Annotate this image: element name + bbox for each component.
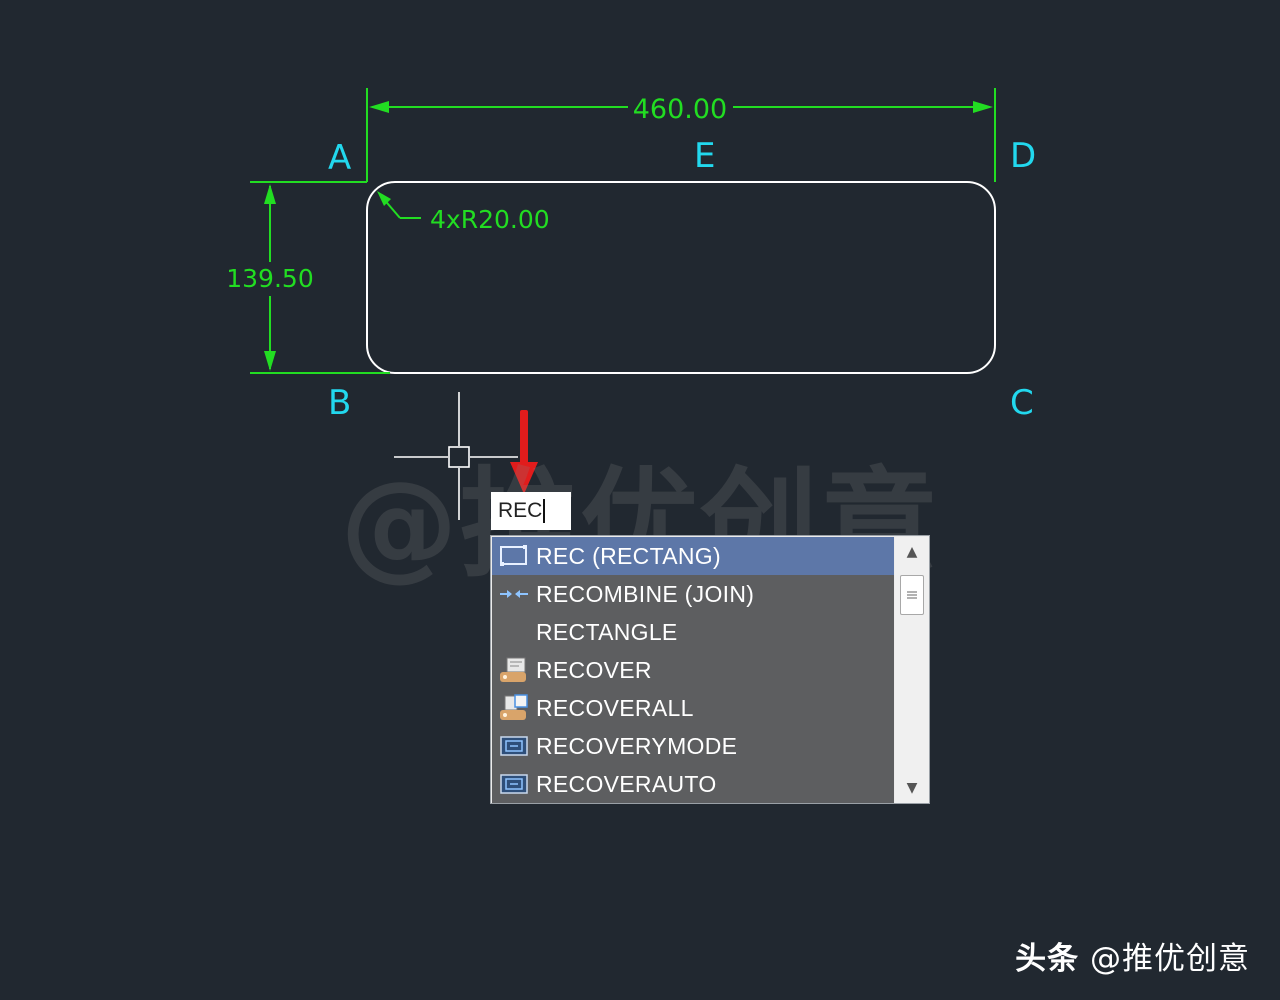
- recoverall-icon: [498, 693, 530, 723]
- point-label-e: E: [694, 136, 715, 176]
- join-icon: [498, 579, 530, 609]
- rectangle-icon: [498, 541, 530, 571]
- scroll-up-arrow-icon[interactable]: ▲: [895, 537, 929, 567]
- recovery-auto-icon: [498, 769, 530, 799]
- command-input[interactable]: REC: [491, 492, 571, 530]
- footer-handle: @推优创意: [1090, 941, 1250, 977]
- radius-leader: [377, 191, 421, 219]
- scrollbar-thumb[interactable]: [900, 575, 924, 615]
- autocomplete-dropdown[interactable]: REC (RECTANG) RECOMBINE (JOIN) RECTANGLE…: [490, 535, 930, 804]
- recovery-mode-icon: [498, 731, 530, 761]
- autocomplete-item-label: RECOVERAUTO: [536, 770, 717, 797]
- autocomplete-item-label: RECTANGLE: [536, 618, 678, 645]
- autocomplete-item-label: RECOVERALL: [536, 694, 694, 721]
- autocomplete-list: REC (RECTANG) RECOMBINE (JOIN) RECTANGLE…: [492, 537, 894, 803]
- autocomplete-item-label: RECOMBINE (JOIN): [536, 580, 755, 607]
- autocomplete-item-recoverauto[interactable]: RECOVERAUTO: [492, 765, 894, 803]
- width-dimension-text: 460.00: [633, 94, 727, 125]
- footer-brand-name: 头条: [1015, 941, 1080, 977]
- recover-icon: [498, 655, 530, 685]
- autocomplete-scrollbar[interactable]: ▲ ▼: [895, 537, 929, 803]
- text-caret: [543, 499, 546, 523]
- autocomplete-item-recombine[interactable]: RECOMBINE (JOIN): [492, 575, 894, 613]
- autocomplete-item-recoverall[interactable]: RECOVERALL: [492, 689, 894, 727]
- autocomplete-item-label: RECOVERYMODE: [536, 732, 738, 759]
- autocomplete-item-label: RECOVER: [536, 656, 652, 683]
- blank-icon: [498, 617, 530, 647]
- command-input-value: REC: [498, 499, 543, 522]
- radius-dimension-text: 4xR20.00: [430, 205, 550, 234]
- point-label-a: A: [328, 138, 351, 178]
- autocomplete-item-recoverymode[interactable]: RECOVERYMODE: [492, 727, 894, 765]
- autocomplete-item-rec-rectang[interactable]: REC (RECTANG): [492, 537, 894, 575]
- autocomplete-item-recover[interactable]: RECOVER: [492, 651, 894, 689]
- point-label-c: C: [1010, 383, 1034, 423]
- scroll-down-arrow-icon[interactable]: ▼: [895, 773, 929, 803]
- height-dimension-text: 139.50: [226, 264, 313, 293]
- point-label-d: D: [1010, 136, 1036, 176]
- footer-brand: 头条 @推优创意: [1015, 933, 1250, 978]
- point-label-b: B: [328, 383, 351, 423]
- autocomplete-item-label: REC (RECTANG): [536, 542, 721, 569]
- autocomplete-item-rectangle[interactable]: RECTANGLE: [492, 613, 894, 651]
